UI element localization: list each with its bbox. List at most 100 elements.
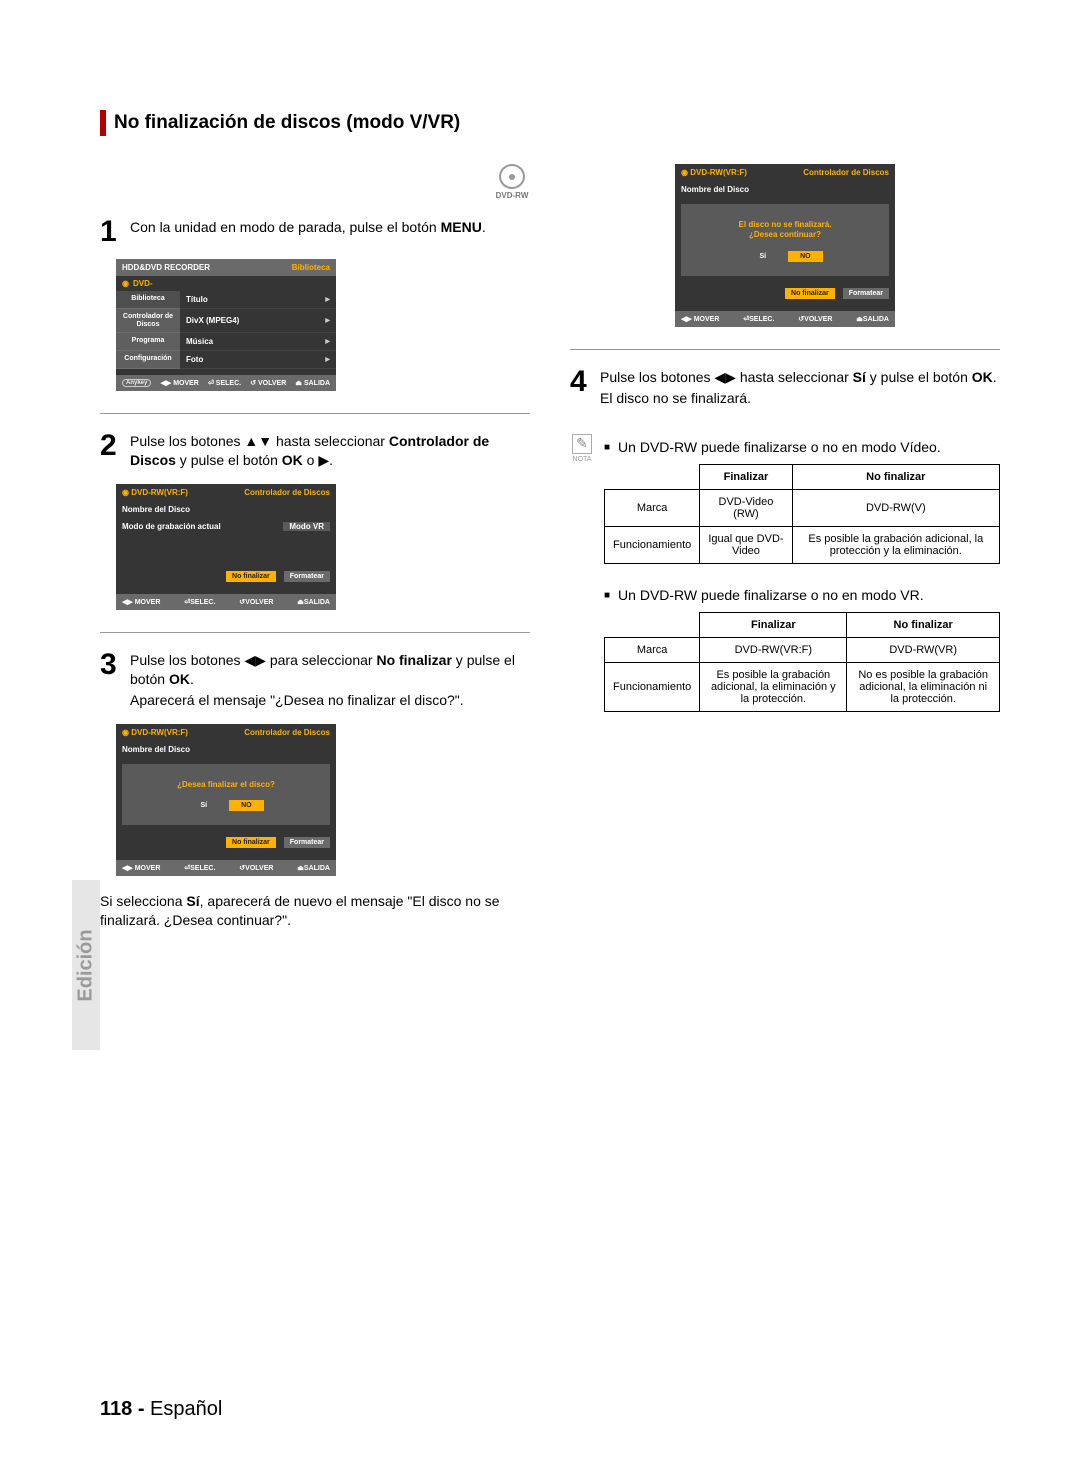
osd-section: Controlador de Discos — [244, 728, 330, 737]
osd-section: Biblioteca — [292, 263, 330, 272]
step-4: 4 Pulse los botones ◀▶ hasta seleccionar… — [570, 368, 1000, 408]
osd-value: Modo VR — [283, 522, 330, 531]
table-vr-mode: FinalizarNo finalizar MarcaDVD-RW(VR:F)D… — [604, 612, 1000, 712]
side-tab: Edición — [72, 880, 100, 1050]
osd-yes: Sí — [747, 251, 778, 262]
note-label: NOTA — [573, 456, 592, 463]
page-footer: 118 - Español — [100, 1398, 222, 1421]
foot-mover: MOVER — [135, 865, 161, 872]
osd-menu-item: Foto — [186, 355, 203, 364]
td: DVD-RW(VR:F) — [700, 637, 847, 662]
osd-yes: Sí — [188, 800, 219, 811]
step-3-follow: Si selecciona Sí, aparecerá de nuevo el … — [100, 892, 530, 930]
step-1: 1 Con la unidad en modo de parada, pulse… — [100, 218, 530, 245]
dvd-icon: ◉ — [122, 279, 129, 288]
osd-screenshot-1: HDD&DVD RECORDER Biblioteca ◉ DVD- Bibliot… — [116, 259, 336, 391]
bold-text: Sí — [853, 369, 866, 385]
foot-mover: MOVER — [694, 316, 720, 323]
osd-menu-item: Música — [186, 337, 213, 346]
note-text: Un DVD-RW puede finalizarse o no en modo… — [618, 438, 941, 456]
anykey-icon: Anykey — [122, 379, 151, 387]
osd-title: DVD-RW(VR:F) — [131, 728, 188, 737]
td: Es posible la grabación adicional, la pr… — [792, 526, 999, 563]
osd-title: HDD&DVD RECORDER — [122, 263, 210, 272]
th: Finalizar — [700, 464, 792, 489]
disc-type-label: DVD-RW — [496, 191, 529, 200]
foot-volver: VOLVER — [258, 380, 286, 387]
th: No finalizar — [792, 464, 999, 489]
section-accent-bar — [100, 110, 106, 136]
section-title: No finalización de discos (modo V/VR) — [114, 112, 460, 134]
osd-side-item: Controlador de Discos — [116, 309, 180, 333]
osd-menu-item: DivX (MPEG4) — [186, 316, 239, 325]
osd-screenshot-4: ◉ DVD-RW(VR:F)Controlador de Discos Nomb… — [675, 164, 895, 327]
note-text: Un DVD-RW puede finalizarse o no en modo… — [618, 586, 924, 604]
text: Pulse los botones ◀▶ hasta seleccionar — [600, 369, 853, 385]
osd-side-item: Biblioteca — [116, 291, 180, 309]
td: DVD-RW(V) — [792, 489, 999, 526]
osd-title: DVD-RW(VR:F) — [131, 488, 188, 497]
bold-text: MENU — [441, 219, 482, 235]
td: Igual que DVD-Video — [700, 526, 792, 563]
text: Si selecciona — [100, 893, 186, 909]
foot-volver: VOLVER — [245, 865, 273, 872]
td: Funcionamiento — [605, 526, 700, 563]
osd-side-item: Configuración — [116, 351, 180, 369]
step-text: Pulse los botones ◀▶ para seleccionar No… — [130, 651, 530, 710]
text: . — [482, 219, 486, 235]
osd-no: NO — [229, 800, 264, 811]
foot-selec: SELEC. — [190, 599, 215, 606]
step-2: 2 Pulse los botones ▲▼ hasta seleccionar… — [100, 432, 530, 470]
step-text: Pulse los botones ◀▶ hasta seleccionar S… — [600, 368, 997, 408]
divider — [570, 349, 1000, 350]
bullet-icon: ■ — [604, 589, 610, 604]
step-follow: Aparecerá el mensaje "¿Desea no finaliza… — [130, 691, 530, 710]
text: y pulse el botón — [176, 452, 282, 468]
step-number: 4 — [570, 368, 592, 408]
osd-sub: DVD- — [133, 279, 153, 288]
foot-selec: SELEC. — [749, 316, 774, 323]
note-icon: ✎ NOTA — [570, 434, 594, 463]
side-tab-label: Edición — [75, 929, 98, 1001]
foot-volver: VOLVER — [245, 599, 273, 606]
text: . — [993, 369, 997, 385]
osd-no: NO — [788, 251, 823, 262]
osd-side-item: Programa — [116, 333, 180, 351]
step-number: 2 — [100, 432, 122, 470]
right-column: ◉ DVD-RW(VR:F)Controlador de Discos Nomb… — [570, 164, 1000, 930]
foot-salida: SALIDA — [863, 316, 889, 323]
bold-text: OK — [169, 671, 190, 687]
osd-button: Formatear — [284, 837, 330, 848]
osd-message-line2: ¿Desea continuar? — [697, 230, 873, 240]
step-number: 1 — [100, 218, 122, 245]
td: Funcionamiento — [605, 662, 700, 711]
step-text: Pulse los botones ▲▼ hasta seleccionar C… — [130, 432, 530, 470]
osd-question: ¿Desea finalizar el disco? — [128, 770, 324, 800]
osd-menu-item: Título — [186, 295, 208, 304]
step-number: 3 — [100, 651, 122, 710]
text: Pulse los botones ◀▶ para seleccionar — [130, 652, 376, 668]
text: Con la unidad en modo de parada, pulse e… — [130, 219, 441, 235]
divider — [100, 413, 530, 414]
th: Finalizar — [700, 612, 847, 637]
bold-text: OK — [282, 452, 303, 468]
osd-title: DVD-RW(VR:F) — [690, 168, 747, 177]
foot-salida: SALIDA — [304, 599, 330, 606]
osd-label: Nombre del Disco — [122, 505, 190, 514]
foot-salida: SALIDA — [304, 865, 330, 872]
td: DVD-Video (RW) — [700, 489, 792, 526]
td: Marca — [605, 489, 700, 526]
td: No es posible la grabación adicional, la… — [847, 662, 1000, 711]
osd-button: No finalizar — [226, 837, 276, 848]
note-block-1: ✎ NOTA ■ Un DVD-RW puede finalizarse o no… — [570, 434, 1000, 712]
osd-button: No finalizar — [785, 288, 835, 299]
text: o ▶. — [303, 452, 333, 468]
table-video-mode: FinalizarNo finalizar MarcaDVD-Video (RW… — [604, 464, 1000, 564]
osd-screenshot-3: ◉ DVD-RW(VR:F)Controlador de Discos Nomb… — [116, 724, 336, 876]
osd-message-line1: El disco no se finalizará. — [697, 220, 873, 230]
bold-text: Sí — [186, 893, 199, 909]
text: y pulse el botón — [866, 369, 972, 385]
td: Marca — [605, 637, 700, 662]
foot-volver: VOLVER — [804, 316, 832, 323]
osd-section: Controlador de Discos — [244, 488, 330, 497]
